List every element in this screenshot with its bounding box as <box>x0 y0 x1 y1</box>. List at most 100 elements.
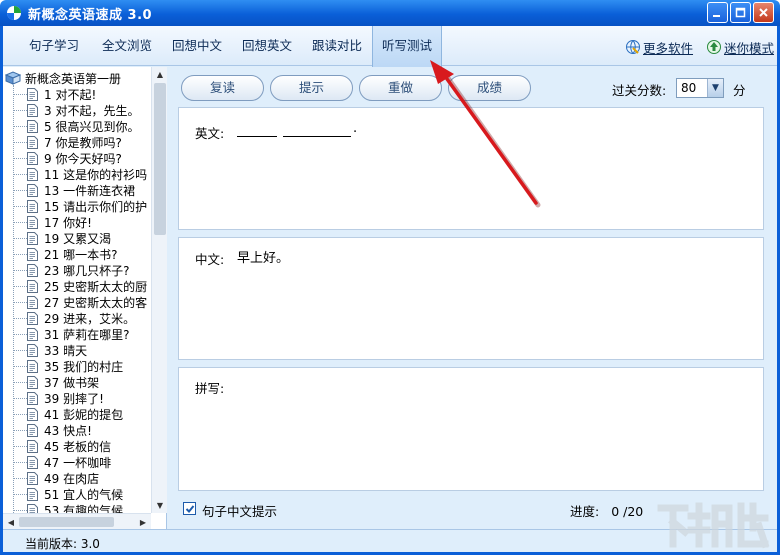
scroll-right-arrow-icon[interactable]: ▶ <box>136 515 150 529</box>
maximize-button[interactable] <box>730 2 751 23</box>
tree-item-label: 41 彭妮的提包 <box>44 407 124 422</box>
chinese-hint-checkbox[interactable] <box>183 502 196 515</box>
pass-score-select[interactable]: 80 ▼ <box>676 78 724 98</box>
tree-item[interactable]: 15 请出示你们的护 <box>13 198 147 214</box>
tab-dictation-test[interactable]: 听写测试 <box>372 26 442 67</box>
tree-item[interactable]: 11 这是你的衬衫吗 <box>13 166 147 182</box>
document-icon <box>27 231 38 245</box>
hscroll-thumb[interactable] <box>19 517 114 527</box>
tree-item[interactable]: 13 一件新连衣裙 <box>13 182 135 198</box>
tree-branch-line <box>13 397 27 399</box>
tree-item[interactable]: 53 有趣的气候 <box>13 502 123 513</box>
tree-branch-line <box>13 477 27 479</box>
window-title: 新概念英语速成 3.0 <box>28 7 153 23</box>
tree-item[interactable]: 41 彭妮的提包 <box>13 406 123 422</box>
watermark-logo <box>657 502 770 549</box>
tree-horizontal-scrollbar[interactable]: ◀ ▶ <box>3 513 151 529</box>
score-unit: 分 <box>733 83 746 98</box>
tree-branch-line <box>13 429 27 431</box>
scroll-left-arrow-icon[interactable]: ◀ <box>4 515 18 529</box>
tree-branch-line <box>13 413 27 415</box>
tree-item[interactable]: 43 快点! <box>13 422 92 438</box>
english-panel: 英文: . <box>178 107 764 230</box>
chevron-down-icon[interactable]: ▼ <box>707 79 723 97</box>
tree-item[interactable]: 3 对不起，先生。 <box>13 102 139 118</box>
tree-item[interactable]: 49 在肉店 <box>13 470 99 486</box>
tree-item[interactable]: 37 做书架 <box>13 374 99 390</box>
tree-item-label: 33 晴天 <box>44 343 88 358</box>
document-icon <box>27 167 38 181</box>
document-icon <box>27 119 38 133</box>
reread-button[interactable]: 复读 <box>181 75 264 101</box>
minimize-button[interactable] <box>707 2 728 23</box>
tree-item[interactable]: 31 萨莉在哪里? <box>13 326 129 342</box>
tree-item[interactable]: 1 对不起! <box>13 86 96 102</box>
tree-item[interactable]: 9 你今天好吗? <box>13 150 122 166</box>
redo-button[interactable]: 重做 <box>359 75 442 101</box>
tab-recall-english[interactable]: 回想英文 <box>231 26 303 66</box>
tree-item[interactable]: 23 哪几只杯子? <box>13 262 129 278</box>
tree-item-label: 1 对不起! <box>44 87 97 102</box>
tree-item-label: 15 请出示你们的护 <box>44 199 148 214</box>
tree-item-label: 29 进来，艾米。 <box>44 311 136 326</box>
mini-mode-link[interactable]: 迷你模式 <box>706 38 774 56</box>
english-period: . <box>353 121 358 136</box>
tree-item[interactable]: 51 宜人的气候 <box>13 486 123 502</box>
tree-item[interactable]: 19 又累又渴 <box>13 230 111 246</box>
tree-branch-line <box>13 109 27 111</box>
globe-icon <box>626 40 640 54</box>
scroll-down-arrow-icon[interactable]: ▼ <box>152 498 168 512</box>
document-icon <box>27 327 38 341</box>
tab-sentence-study[interactable]: 句子学习 <box>17 26 91 66</box>
tab-recall-chinese[interactable]: 回想中文 <box>161 26 233 66</box>
tree-item-label: 47 一杯咖啡 <box>44 455 112 470</box>
tree-branch-line <box>13 141 27 143</box>
tree-branch-line <box>13 285 27 287</box>
tree-item[interactable]: 21 哪一本书? <box>13 246 117 262</box>
tree-branch-line <box>13 189 27 191</box>
tree-branch-line <box>13 461 27 463</box>
tree-item[interactable]: 47 一杯咖啡 <box>13 454 111 470</box>
scroll-up-arrow-icon[interactable]: ▲ <box>152 67 168 81</box>
tree-item[interactable]: 45 老板的信 <box>13 438 111 454</box>
tree-item[interactable]: 25 史密斯太太的厨 <box>13 278 147 294</box>
tree-branch-line <box>13 221 27 223</box>
tree-branch-line <box>13 333 27 335</box>
document-icon <box>27 279 38 293</box>
app-icon <box>7 6 21 20</box>
hint-button[interactable]: 提示 <box>270 75 353 101</box>
tab-follow-compare[interactable]: 跟读对比 <box>301 26 373 66</box>
tree-item[interactable]: 39 别摔了! <box>13 390 104 406</box>
document-icon <box>27 343 38 357</box>
progress-label: 进度: <box>570 504 600 519</box>
scroll-thumb[interactable] <box>154 83 166 235</box>
document-icon <box>27 103 38 117</box>
tree-item[interactable]: 7 你是教师吗? <box>13 134 122 150</box>
document-icon <box>27 359 38 373</box>
tree-branch-line <box>13 317 27 319</box>
tree-branch-line <box>13 381 27 383</box>
tree-item[interactable]: 35 我们的村庄 <box>13 358 123 374</box>
tree-item-label: 31 萨莉在哪里? <box>44 327 130 342</box>
tree-item[interactable]: 5 很高兴见到你。 <box>13 118 139 134</box>
tree-item-label: 39 别摔了! <box>44 391 104 406</box>
progress-value: 0 /20 <box>611 504 644 519</box>
tree-item-label: 35 我们的村庄 <box>44 359 124 374</box>
checkmark-icon <box>185 504 194 513</box>
tree-item[interactable]: 27 史密斯太太的客 <box>13 294 147 310</box>
tree-item[interactable]: 17 你好! <box>13 214 92 230</box>
tree-item[interactable]: 33 晴天 <box>13 342 87 358</box>
tree-root-book1[interactable]: 新概念英语第一册 <box>5 70 121 86</box>
english-blank-2 <box>283 136 351 137</box>
more-software-link[interactable]: 更多软件 <box>625 38 693 56</box>
document-icon <box>27 199 38 213</box>
tree-item[interactable]: 29 进来，艾米。 <box>13 310 135 326</box>
spell-panel[interactable]: 拼写: <box>178 367 764 491</box>
tree-branch-line <box>13 205 27 207</box>
tab-fulltext-browse[interactable]: 全文浏览 <box>91 26 163 66</box>
close-button[interactable] <box>753 2 774 23</box>
score-button[interactable]: 成绩 <box>448 75 531 101</box>
tree-vertical-scrollbar[interactable]: ▲ ▼ <box>151 67 167 513</box>
chinese-hint-label[interactable]: 句子中文提示 <box>202 501 277 520</box>
tree-branch-line <box>13 253 27 255</box>
